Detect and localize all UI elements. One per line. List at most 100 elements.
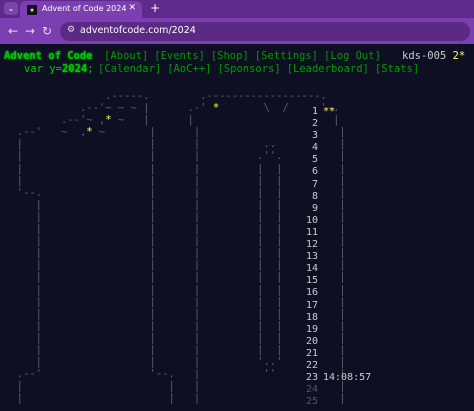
calendar-day-6[interactable]: 6	[304, 166, 371, 178]
day-number: 20	[305, 335, 318, 347]
day-number: 6	[311, 166, 318, 178]
day-number: 2	[311, 118, 318, 130]
day-number: 18	[305, 311, 318, 323]
calendar-day-23[interactable]: 23 14:08:57	[304, 372, 371, 384]
calendar-day-20[interactable]: 20	[304, 336, 371, 348]
nav-shop[interactable]: [Shop]	[211, 50, 249, 62]
tab-title: Advent of Code 2024	[42, 4, 127, 13]
site-title[interactable]: Advent of Code	[4, 50, 93, 63]
calendar-day-11[interactable]: 11	[304, 227, 371, 239]
day-number: 7	[311, 178, 318, 190]
day-number: 12	[305, 239, 318, 251]
calendar-day-25[interactable]: 25	[304, 396, 371, 408]
calendar-day-7[interactable]: 7	[304, 179, 371, 191]
nav-aoc-plus[interactable]: [AoC++]	[167, 63, 211, 75]
tab-close-icon[interactable]: ✕	[128, 3, 136, 13]
art-line: | | | | | |	[35, 259, 346, 272]
calendar-ascii-art: .-----. .------------------. .--'~ ~ ~ |…	[4, 90, 346, 404]
nav-leaderboard[interactable]: [Leaderboard]	[287, 63, 369, 75]
art-line: | | | '..' |	[35, 356, 346, 369]
art-line: | | | .. |	[16, 138, 346, 151]
back-arrow-icon[interactable]: ←	[8, 24, 18, 38]
art-line: | | | | | |	[35, 307, 346, 320]
year-prefix: var y=	[24, 63, 62, 75]
day-number: 11	[305, 226, 318, 238]
day-number: 14	[305, 263, 318, 275]
tab-search-button[interactable]: ⌄	[4, 2, 18, 15]
day-number: 22	[305, 359, 318, 371]
art-line: | | | |	[16, 380, 346, 393]
nav-events[interactable]: [Events]	[154, 50, 205, 62]
calendar-day-12[interactable]: 12	[304, 239, 371, 251]
user-star-count: 2*	[452, 50, 466, 62]
forward-arrow-icon[interactable]: →	[25, 24, 35, 38]
calendar-day-3[interactable]: 3	[304, 130, 371, 142]
nav-top: [About] [Events] [Shop] [Settings] [Log Out]	[104, 50, 387, 63]
calendar-day-16[interactable]: 16	[304, 287, 371, 299]
year-value: 2024	[61, 63, 88, 75]
url-text[interactable]: adventofcode.com/2024	[80, 25, 196, 36]
calendar-day-1[interactable]: 1 **	[304, 106, 371, 118]
calendar-day-22[interactable]: 22	[304, 360, 371, 372]
day-number: 13	[305, 251, 318, 263]
art-line: .--' ~ ,* ~ | | |	[16, 126, 346, 139]
calendar-day-17[interactable]: 17	[304, 300, 371, 312]
address-bar[interactable]: ⚙ adventofcode.com/2024	[60, 22, 470, 41]
calendar-day-21[interactable]: 21	[304, 348, 371, 360]
browser-tab[interactable]: ★ Advent of Code 2024 ✕	[20, 1, 142, 18]
site-info-icon[interactable]: ⚙	[67, 25, 75, 35]
day-number: 23	[305, 372, 318, 384]
day-number: 16	[305, 287, 318, 299]
art-line: | | | | | |	[35, 343, 346, 356]
art-line: .--'~ ~ ~ | .-' * \ / '-.	[79, 102, 340, 115]
art-line: .-----. .------------------.	[105, 90, 327, 102]
nav-calendar[interactable]: [Calendar]	[98, 63, 161, 75]
art-line: | | | | | |	[35, 319, 346, 332]
calendar-day-2[interactable]: 2	[304, 118, 371, 130]
day-stars: **	[323, 106, 336, 117]
art-line: | | | | | |	[35, 331, 346, 344]
calendar-day-4[interactable]: 4	[304, 142, 371, 154]
browser-tab-bar: ⌄ ★ Advent of Code 2024 ✕ +	[0, 0, 474, 18]
art-line: .--' '--. | '' |	[16, 368, 346, 381]
calendar-day-14[interactable]: 14	[304, 263, 371, 275]
art-line: | | | | | |	[35, 198, 346, 211]
calendar-day-24[interactable]: 24	[304, 384, 371, 396]
art-line: | | | | | |	[35, 247, 346, 260]
calendar-day-19[interactable]: 19	[304, 324, 371, 336]
day-number: 5	[311, 154, 318, 166]
day-number: 15	[305, 275, 318, 287]
art-line: | | | | | |	[35, 210, 346, 223]
nav-log-out[interactable]: [Log Out]	[324, 50, 381, 62]
day-number: 9	[311, 202, 318, 214]
day-number: 4	[311, 142, 318, 154]
calendar-day-9[interactable]: 9	[304, 203, 371, 215]
calendar-day-13[interactable]: 13	[304, 251, 371, 263]
calendar-day-8[interactable]: 8	[304, 191, 371, 203]
day-number: 19	[305, 323, 318, 335]
nav-about[interactable]: [About]	[104, 50, 148, 62]
day-number: 10	[305, 214, 318, 226]
user-info: kds-005 2*	[402, 50, 465, 63]
art-line: | | | | | |	[16, 174, 346, 187]
new-tab-button[interactable]: +	[150, 1, 160, 15]
art-line: | | | | | |	[35, 271, 346, 284]
calendar-day-10[interactable]: 10	[304, 215, 371, 227]
day-unlock-timer: 14:08:57	[323, 372, 372, 384]
aoc-page: Advent of Code var y=2024; [About] [Event…	[0, 44, 474, 411]
calendar-day-15[interactable]: 15	[304, 275, 371, 287]
day-number: 21	[305, 347, 318, 359]
reload-icon[interactable]: ↻	[42, 24, 52, 38]
day-number: 25	[305, 396, 318, 408]
calendar-day-18[interactable]: 18	[304, 312, 371, 324]
art-line: | | | | | |	[35, 295, 346, 308]
art-line: | | | |	[16, 392, 346, 405]
calendar-day-5[interactable]: 5	[304, 154, 371, 166]
day-number: 24	[305, 384, 318, 396]
day-number: 17	[305, 299, 318, 311]
nav-stats[interactable]: [Stats]	[375, 63, 419, 75]
site-year[interactable]: var y=2024;	[24, 63, 94, 76]
nav-settings[interactable]: [Settings]	[255, 50, 318, 62]
nav-sponsors[interactable]: [Sponsors]	[217, 63, 280, 75]
art-line: | | | | | |	[35, 283, 346, 296]
